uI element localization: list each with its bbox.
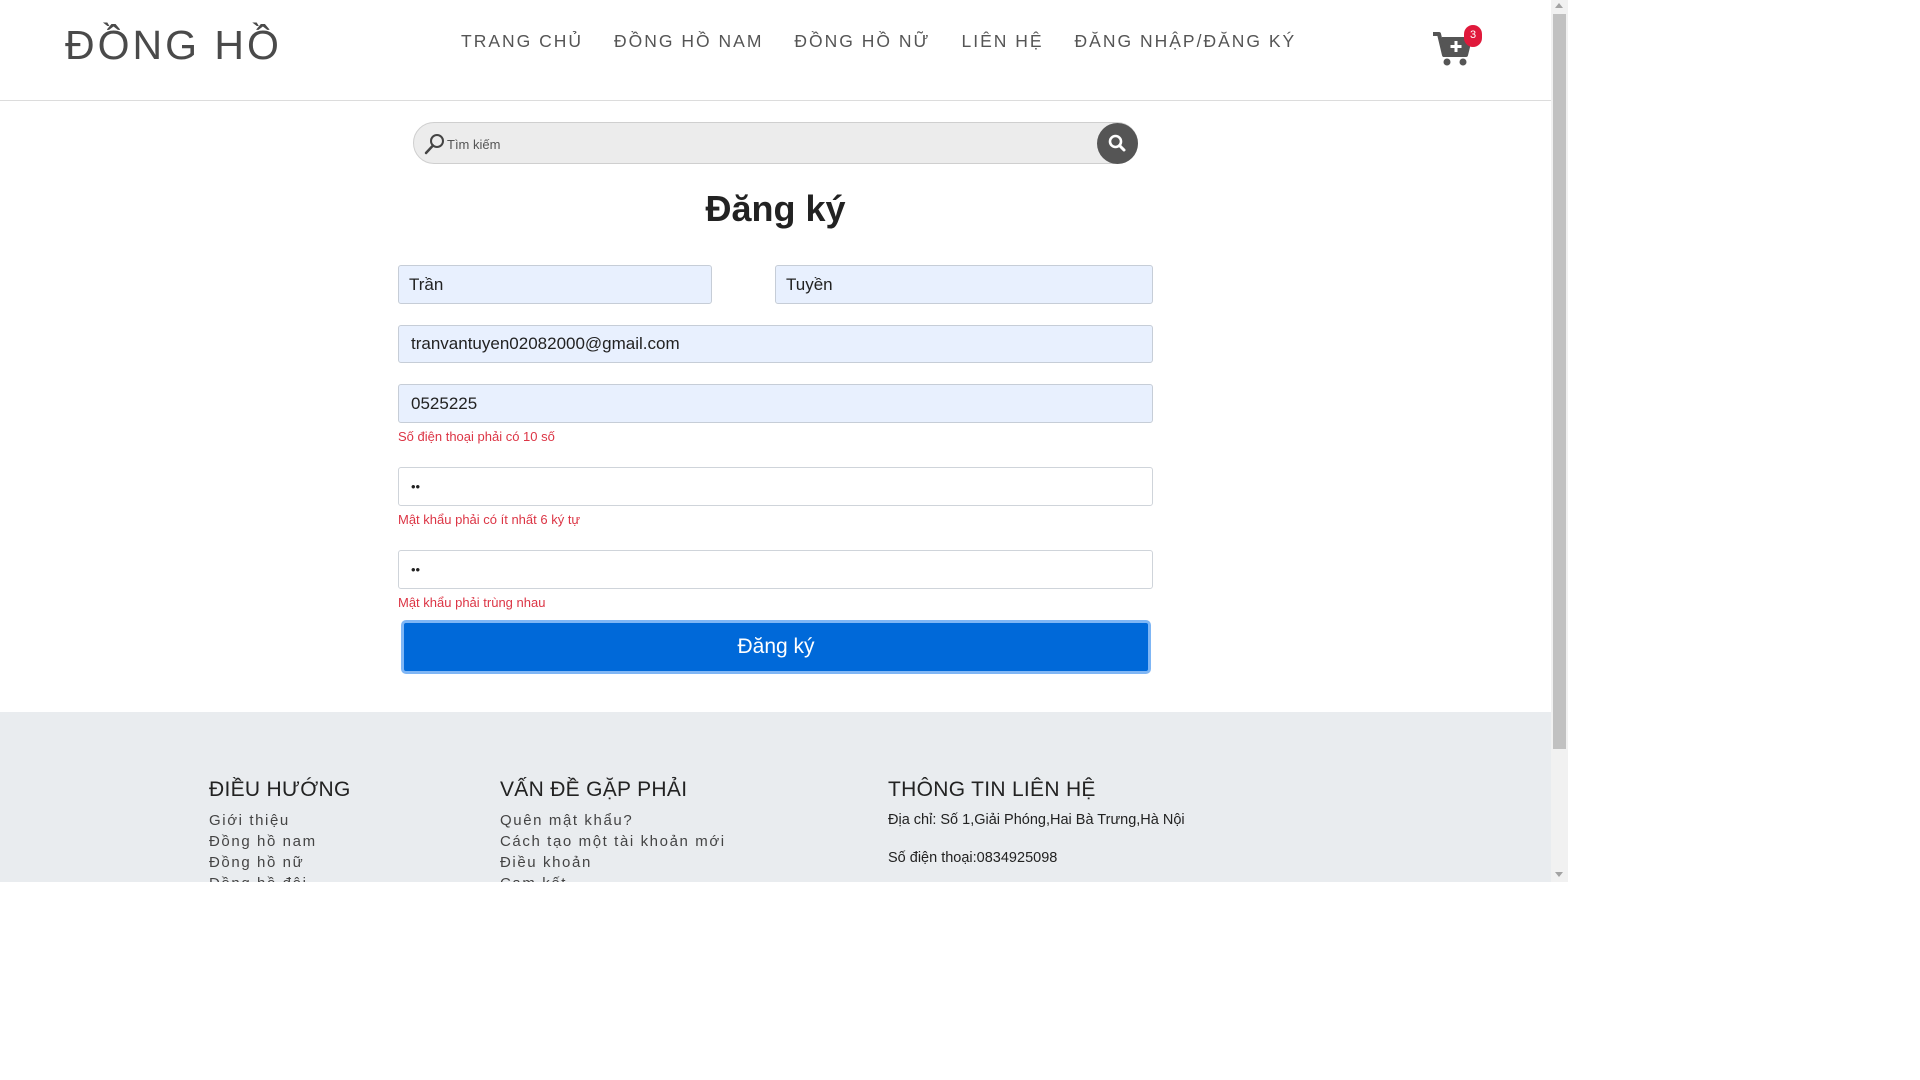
search-input[interactable] <box>447 133 1087 155</box>
footer-link-women-watches[interactable]: Đồng hồ nữ <box>209 852 351 873</box>
search-bar <box>413 122 1138 164</box>
footer-issues-column: VẤN ĐỀ GẶP PHẢI Quên mật khẩu? Cách tạo … <box>500 778 726 882</box>
first-name-input[interactable] <box>398 265 712 304</box>
footer-link-create-account[interactable]: Cách tạo một tài khoản mới <box>500 831 726 852</box>
phone-input[interactable] <box>398 384 1153 423</box>
footer-link-terms[interactable]: Điều khoản <box>500 852 726 873</box>
footer-link-about[interactable]: Giới thiệu <box>209 810 351 831</box>
footer-issues-title: VẤN ĐỀ GẶP PHẢI <box>500 778 688 801</box>
nav-item-home[interactable]: TRANG CHỦ <box>461 31 583 52</box>
site-header: ĐỒNG HỒ TRANG CHỦ ĐỒNG HỒ NAM ĐỒNG HỒ NỮ… <box>0 0 1551 101</box>
password-input[interactable] <box>398 467 1153 506</box>
nav-item-women-watches[interactable]: ĐỒNG HỒ NỮ <box>794 31 930 52</box>
page: ĐỒNG HỒ TRANG CHỦ ĐỒNG HỒ NAM ĐỒNG HỒ NỮ… <box>0 0 1568 882</box>
magnifier-icon <box>424 134 444 155</box>
footer-nav-column: ĐIỀU HƯỚNG Giới thiệu Đồng hồ nam Đồng h… <box>209 778 351 882</box>
nav-item-contact[interactable]: LIÊN HỆ <box>961 31 1043 52</box>
footer-link-couple-watches[interactable]: Đồng hồ đôi <box>209 873 351 882</box>
confirm-password-input[interactable] <box>398 550 1153 589</box>
footer-link-commitment[interactable]: Cam kết <box>500 873 726 882</box>
footer-phone: Số điện thoại:0834925098 <box>888 850 1058 866</box>
footer-contact-title: THÔNG TIN LIÊN HỆ <box>888 778 1096 801</box>
search-icon <box>1108 134 1126 152</box>
scroll-up-arrow-icon[interactable] <box>1555 3 1563 8</box>
email-input[interactable] <box>398 325 1153 363</box>
footer-link-men-watches[interactable]: Đồng hồ nam <box>209 831 351 852</box>
footer-address: Địa chỉ: Số 1,Giải Phóng,Hai Bà Trưng,Hà… <box>888 812 1185 828</box>
last-name-input[interactable] <box>775 265 1153 304</box>
site-footer: ĐIỀU HƯỚNG Giới thiệu Đồng hồ nam Đồng h… <box>0 712 1551 882</box>
main-nav: TRANG CHỦ ĐỒNG HỒ NAM ĐỒNG HỒ NỮ LIÊN HỆ… <box>461 31 1296 52</box>
footer-link-forgot-password[interactable]: Quên mật khẩu? <box>500 810 726 831</box>
cart-count-badge: 3 <box>1464 25 1482 47</box>
footer-nav-title: ĐIỀU HƯỚNG <box>209 778 351 801</box>
password-error-message: Mật khẩu phải có ít nhất 6 ký tự <box>398 512 581 527</box>
nav-item-men-watches[interactable]: ĐỒNG HỒ NAM <box>614 31 763 52</box>
confirm-password-error-message: Mật khẩu phải trùng nhau <box>398 595 546 610</box>
scrollbar-thumb[interactable] <box>1553 14 1566 749</box>
page-title: Đăng ký <box>705 188 846 229</box>
nav-item-login-register[interactable]: ĐĂNG NHẬP/ĐĂNG KÝ <box>1075 31 1297 52</box>
site-logo[interactable]: ĐỒNG HỒ <box>65 22 282 69</box>
phone-error-message: Số điện thoại phải có 10 số <box>398 429 555 444</box>
register-button[interactable]: Đăng ký <box>401 620 1151 674</box>
footer-contact-column: THÔNG TIN LIÊN HỆ Địa chỉ: Số 1,Giải Phó… <box>888 778 1185 868</box>
scroll-down-arrow-icon[interactable] <box>1555 872 1563 877</box>
search-button[interactable] <box>1097 123 1138 164</box>
